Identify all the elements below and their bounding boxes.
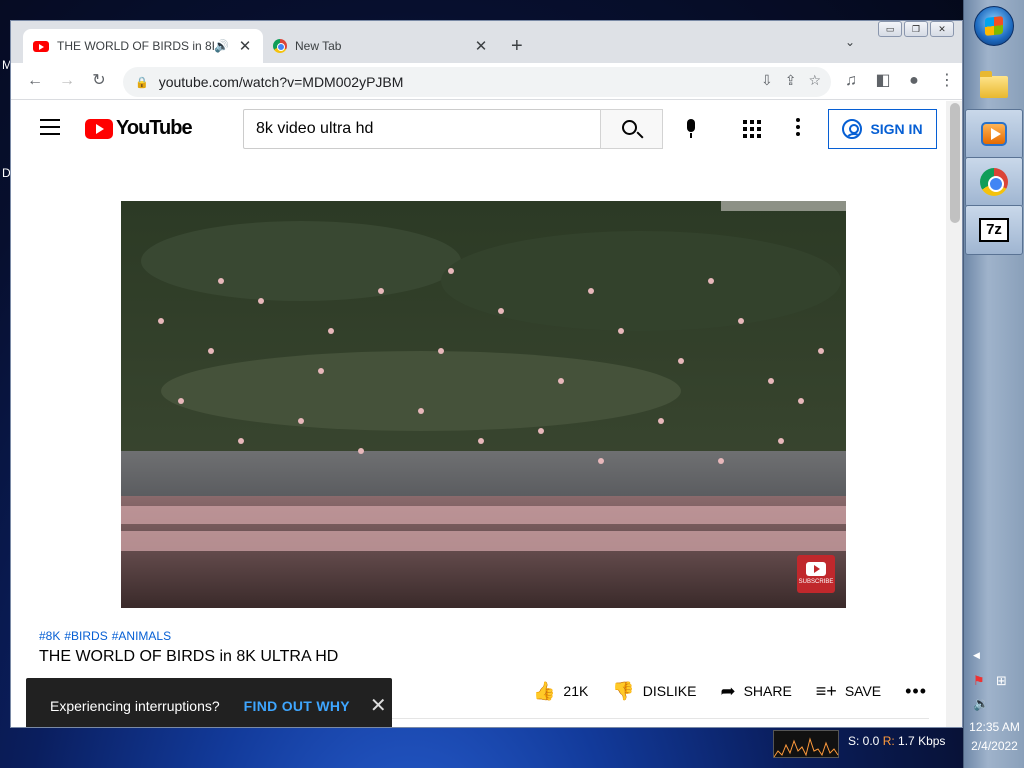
tab-title: New Tab xyxy=(295,39,342,53)
chrome-menu-icon[interactable]: ⋮ xyxy=(937,71,957,91)
url-input[interactable] xyxy=(158,74,719,90)
windows-explorer-button[interactable] xyxy=(965,62,1023,112)
lock-icon[interactable]: 🔒 xyxy=(135,76,149,89)
tab-strip: THE WORLD OF BIRDS in 8K 🔊 ✕ New Tab ✕ +… xyxy=(11,21,962,63)
tab-new-tab[interactable]: New Tab ✕ xyxy=(263,29,499,63)
profile-icon[interactable]: ● xyxy=(904,71,924,91)
watermark-label: SUBSCRIBE xyxy=(798,579,834,585)
video-frame-image xyxy=(121,201,846,608)
network-stats: S: 0.0 R: 1.7 Kbps xyxy=(848,734,945,748)
volume-icon[interactable]: 🔉 xyxy=(973,696,989,712)
hashtag-link[interactable]: #BIRDS xyxy=(64,629,107,643)
start-button[interactable] xyxy=(974,6,1014,46)
network-graph xyxy=(773,730,839,758)
search-button[interactable] xyxy=(600,109,663,149)
sign-in-button[interactable]: SIGN IN xyxy=(828,109,937,149)
address-bar[interactable]: 🔒 ⇩ ⇪ ☆ xyxy=(123,67,831,97)
new-tab-button[interactable]: + xyxy=(511,35,523,58)
tab-youtube[interactable]: THE WORLD OF BIRDS in 8K 🔊 ✕ xyxy=(23,29,263,63)
search-icon xyxy=(622,120,637,135)
scrollbar-thumb[interactable] xyxy=(950,103,960,223)
maximize-button[interactable]: ❐ xyxy=(904,21,928,37)
youtube-play-icon xyxy=(806,562,826,576)
network-icon[interactable]: ⊞ xyxy=(996,673,1007,689)
video-title: THE WORLD OF BIRDS in 8K ULTRA HD xyxy=(39,648,339,665)
7zip-icon: 7z xyxy=(979,218,1009,242)
chrome-taskbar-button[interactable] xyxy=(965,157,1023,207)
taskbar: 7z ◀ ⚑ ⊞ 🔉 12:35 AM 2/4/2022 xyxy=(963,0,1024,768)
chrome-icon xyxy=(273,39,287,53)
playlist-add-icon: ≡+ xyxy=(815,680,837,701)
back-arrow-icon[interactable]: ← xyxy=(25,71,45,91)
subscribe-watermark[interactable]: SUBSCRIBE xyxy=(797,555,835,593)
youtube-play-icon xyxy=(85,118,113,139)
youtube-icon xyxy=(33,40,49,52)
microphone-icon[interactable] xyxy=(679,117,703,141)
find-out-why-link[interactable]: FIND OUT WHY xyxy=(244,698,350,714)
clock[interactable]: 12:35 AM 2/4/2022 xyxy=(964,718,1024,756)
like-button[interactable]: 👍 21K xyxy=(533,681,588,702)
receive-rate: 1.7 Kbps xyxy=(898,734,946,748)
save-button[interactable]: ≡+ SAVE xyxy=(816,681,881,702)
user-circle-icon xyxy=(842,119,863,139)
bookmark-star-icon[interactable]: ☆ xyxy=(808,72,821,89)
more-actions-icon[interactable]: ••• xyxy=(905,681,927,702)
search-input[interactable] xyxy=(244,120,622,138)
video-actions: 👍 21K 👎 DISLIKE ➦ SHARE ≡+ SAVE ••• xyxy=(533,679,927,703)
window-controls: ▭ ❐ ✕ xyxy=(878,21,954,37)
share-arrow-icon: ➦ xyxy=(720,680,736,701)
share-icon[interactable]: ⇪ xyxy=(785,72,797,89)
sign-in-label: SIGN IN xyxy=(870,121,923,137)
media-player-icon xyxy=(981,122,1007,146)
youtube-logo[interactable]: YouTube xyxy=(85,117,193,140)
youtube-page: YouTube ✕ SIGN IN xyxy=(11,101,962,727)
media-control-icon[interactable]: ♫ xyxy=(841,71,861,91)
share-label: SHARE xyxy=(743,683,792,699)
close-tab-icon[interactable]: ✕ xyxy=(473,37,489,55)
clock-date: 2/4/2022 xyxy=(971,739,1018,753)
receive-label: R: xyxy=(882,734,895,748)
hashtag-link[interactable]: #8K xyxy=(39,629,60,643)
masthead: YouTube ✕ SIGN IN xyxy=(11,101,946,157)
browser-toolbar: ← → ↻ 🔒 ⇩ ⇪ ☆ ♫ ◧ ● ⋮ xyxy=(11,63,962,100)
logo-text: YouTube xyxy=(116,117,193,139)
send-rate: S: 0.0 xyxy=(848,734,880,748)
like-count: 21K xyxy=(563,683,589,699)
interruption-toast: Experiencing interruptions? FIND OUT WHY… xyxy=(26,678,392,727)
video-player[interactable]: SUBSCRIBE xyxy=(121,201,846,608)
action-center-flag-icon[interactable]: ⚑ xyxy=(973,673,985,689)
dislike-label: DISLIKE xyxy=(642,683,697,699)
close-toast-icon[interactable]: ✕ xyxy=(370,693,387,718)
thumbs-down-icon: 👎 xyxy=(612,680,635,701)
reload-icon[interactable]: ↻ xyxy=(89,71,109,91)
close-window-button[interactable]: ✕ xyxy=(930,21,954,37)
clock-time: 12:35 AM xyxy=(969,720,1020,734)
hashtag-list: #8K #BIRDS #ANIMALS xyxy=(39,629,175,643)
toast-message: Experiencing interruptions? xyxy=(50,697,220,714)
speaker-icon[interactable]: 🔊 xyxy=(214,39,229,53)
windows-explorer-icon xyxy=(980,71,1008,98)
chrome-icon xyxy=(980,168,1008,196)
install-app-icon[interactable]: ⇩ xyxy=(761,72,773,89)
share-button[interactable]: ➦ SHARE xyxy=(720,681,791,702)
settings-more-icon[interactable] xyxy=(796,118,802,138)
apps-grid-icon[interactable] xyxy=(743,120,761,138)
omnibox-icons: ⇩ ⇪ ☆ xyxy=(761,72,821,89)
media-player-button[interactable] xyxy=(965,109,1023,159)
browser-window: THE WORLD OF BIRDS in 8K 🔊 ✕ New Tab ✕ +… xyxy=(10,20,963,728)
save-label: SAVE xyxy=(844,683,882,699)
tab-title: THE WORLD OF BIRDS in 8K xyxy=(57,39,215,53)
thumbs-up-icon: 👍 xyxy=(533,680,556,701)
minimize-button[interactable]: ▭ xyxy=(878,21,902,37)
dislike-button[interactable]: 👎 DISLIKE xyxy=(612,681,696,702)
page-scrollbar[interactable] xyxy=(946,101,962,727)
show-hidden-icons-arrow-icon[interactable]: ◀ xyxy=(973,650,980,661)
side-panel-icon[interactable]: ◧ xyxy=(873,71,893,91)
tab-search-chevron-icon[interactable]: ⌄ xyxy=(845,35,855,49)
hamburger-menu-icon[interactable] xyxy=(40,119,60,135)
7zip-button[interactable]: 7z xyxy=(965,205,1023,255)
hashtag-link[interactable]: #ANIMALS xyxy=(112,629,171,643)
close-tab-icon[interactable]: ✕ xyxy=(237,37,253,55)
forward-arrow-icon[interactable]: → xyxy=(57,71,77,91)
